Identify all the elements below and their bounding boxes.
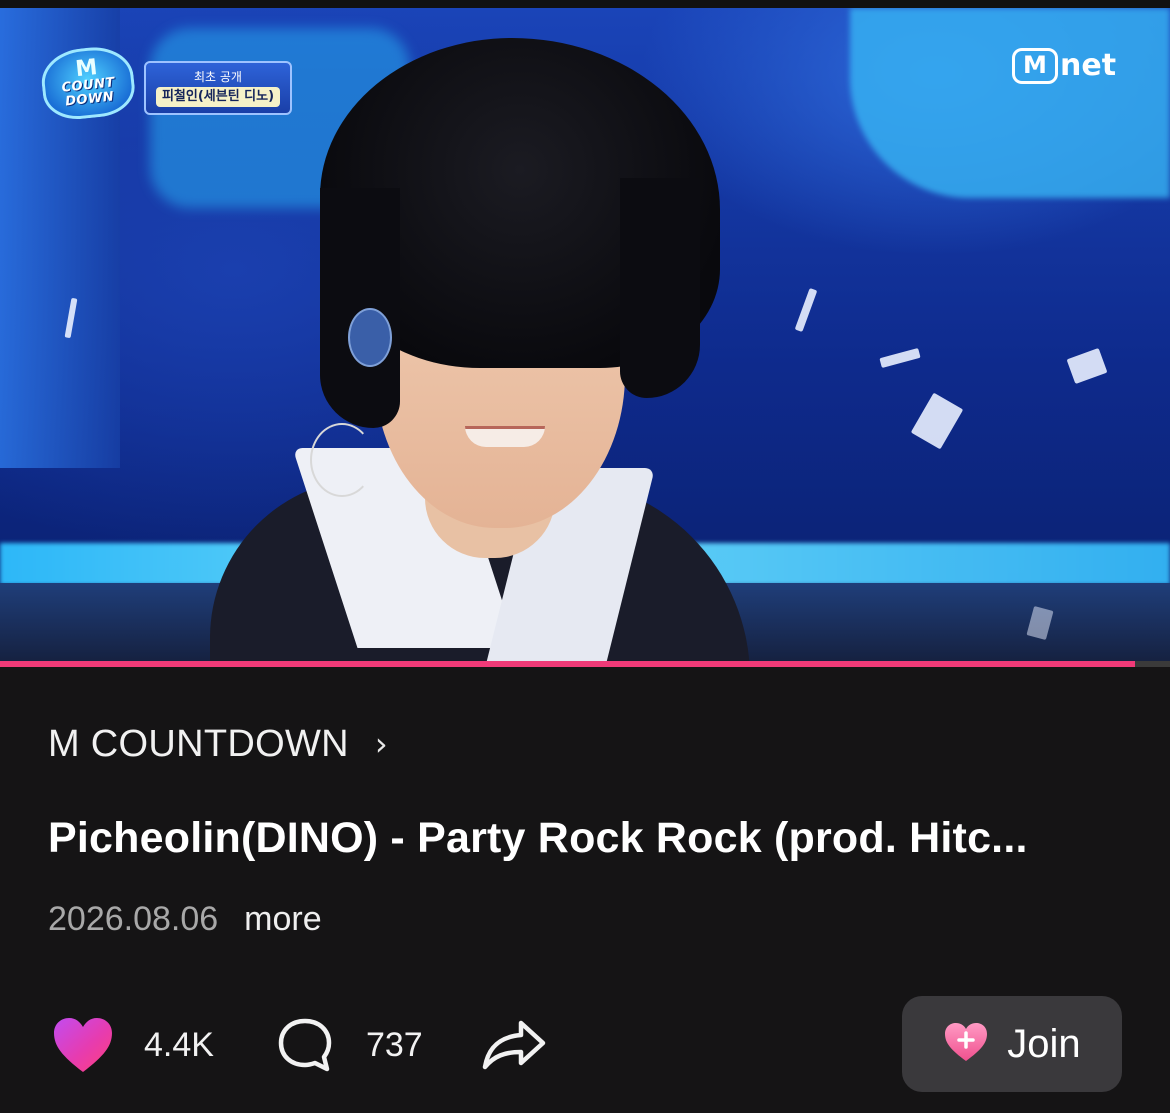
broadcaster-logo: M net: [1012, 48, 1116, 84]
comment-count: 737: [365, 1025, 423, 1064]
join-button-label: Join: [1007, 1021, 1081, 1066]
confetti: [910, 392, 964, 450]
confetti: [879, 347, 921, 369]
video-progress-bar[interactable]: [0, 661, 1170, 667]
chevron-right-icon: ›: [374, 725, 388, 763]
video-player[interactable]: M COUNT DOWN 최초 공개 피철인(세븐틴 디노) M net: [0, 8, 1170, 662]
broadcaster-logo-net: net: [1060, 48, 1117, 83]
confetti: [1066, 347, 1108, 385]
show-logo-down: DOWN: [64, 89, 115, 110]
channel-name: M COUNTDOWN: [48, 722, 349, 765]
action-bar: 4.4K 737: [50, 1012, 547, 1078]
stage-light-panel: [850, 8, 1170, 198]
status-strip: [0, 0, 1170, 8]
channel-link[interactable]: M COUNTDOWN ›: [48, 718, 388, 770]
video-progress-fill: [0, 661, 1135, 667]
upload-date: 2026.08.06: [48, 900, 219, 938]
badge-bottom-text: 피철인(세븐틴 디노): [155, 87, 281, 107]
heart-plus-icon: [943, 1021, 989, 1068]
performer-image: [210, 38, 750, 662]
video-title: Picheolin(DINO) - Party Rock Rock (prod.…: [48, 814, 1028, 862]
heart-icon[interactable]: [50, 1012, 116, 1078]
badge-top-text: 최초 공개: [194, 70, 242, 84]
share-arrow-icon[interactable]: [481, 1012, 547, 1078]
confetti: [794, 287, 818, 333]
like-count: 4.4K: [144, 1025, 214, 1064]
comment-bubble-icon[interactable]: [272, 1012, 338, 1078]
more-link[interactable]: more: [244, 900, 321, 939]
performance-badge: 최초 공개 피철인(세븐틴 디노): [144, 61, 292, 115]
join-button[interactable]: Join: [902, 996, 1122, 1092]
video-meta: 2026.08.06 more: [48, 900, 322, 939]
broadcaster-logo-m: M: [1012, 48, 1058, 84]
